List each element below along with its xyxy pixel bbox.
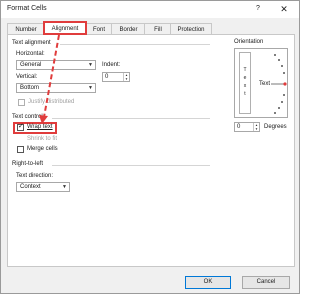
checkmark-icon: ✓: [18, 123, 24, 130]
angle-dot: [283, 72, 285, 74]
merge-cells-checkbox[interactable]: [17, 146, 24, 153]
wrap-text-checkbox[interactable]: ✓: [17, 123, 24, 131]
right-to-left-heading: Right-to-left: [12, 161, 44, 167]
vertical-label: Vertical:: [16, 74, 38, 80]
angle-dot: [274, 112, 276, 114]
angle-dot: [278, 59, 280, 61]
chevron-down-icon: ▼: [62, 184, 67, 190]
ok-button[interactable]: OK: [185, 276, 231, 289]
text-direction-value: Context: [20, 184, 41, 190]
shrink-to-fit-label: Shrink to fit: [27, 136, 58, 142]
help-icon[interactable]: ?: [253, 4, 263, 14]
format-cells-dialog: Format Cells ? ✕ Number Alignment Font B…: [0, 0, 300, 294]
dialog-title: Format Cells: [7, 5, 47, 12]
section-divider: [60, 44, 210, 45]
text-alignment-heading: Text alignment: [12, 40, 51, 46]
alignment-panel: Text alignment Horizontal: General ▼ Ind…: [7, 34, 295, 267]
orientation-heading: Orientation: [234, 39, 264, 45]
horizontal-value: General: [20, 62, 42, 68]
degrees-spinner[interactable]: 0 ▲ ▼: [234, 122, 260, 132]
indent-value: 0: [105, 74, 109, 80]
angle-dot: [281, 101, 283, 103]
indent-spinner[interactable]: 0 ▲ ▼: [102, 72, 130, 82]
text-direction-label: Text direction:: [16, 173, 54, 179]
degrees-label: Degrees: [264, 124, 287, 130]
indent-label: Indent:: [102, 62, 121, 68]
tab-alignment[interactable]: Alignment: [43, 21, 87, 35]
vertical-value: Bottom: [20, 85, 40, 91]
wrap-text-label: Wrap text: [27, 124, 53, 130]
text-control-heading: Text control: [12, 114, 43, 120]
title-bar: Format Cells ? ✕: [1, 1, 299, 18]
spinner-arrows[interactable]: ▲ ▼: [123, 73, 129, 81]
horizontal-select[interactable]: General ▼: [16, 60, 96, 70]
orientation-box[interactable]: T e x t Text: [234, 48, 288, 118]
merge-cells-label: Merge cells: [27, 146, 58, 152]
chevron-down-icon: ▼: [88, 62, 93, 68]
angle-dot: [278, 107, 280, 109]
cancel-button[interactable]: Cancel: [242, 276, 290, 289]
justify-distributed-checkbox[interactable]: [18, 99, 25, 106]
angle-dot: [274, 54, 276, 56]
angle-dot: [283, 94, 285, 96]
degrees-value: 0: [237, 124, 241, 130]
horizontal-label: Horizontal:: [16, 51, 45, 57]
vertical-select[interactable]: Bottom ▼: [16, 83, 96, 93]
chevron-down-icon: ▼: [88, 85, 93, 91]
spinner-arrows[interactable]: ▲ ▼: [253, 123, 259, 131]
angle-dot: [281, 65, 283, 67]
close-icon[interactable]: ✕: [277, 3, 291, 15]
text-direction-select[interactable]: Context ▼: [16, 182, 70, 192]
rotated-text-label: Text: [259, 81, 271, 87]
orientation-marker: [283, 82, 287, 86]
justify-distributed-label: Justify distributed: [28, 99, 75, 105]
section-divider: [52, 165, 210, 166]
section-divider: [52, 118, 210, 119]
